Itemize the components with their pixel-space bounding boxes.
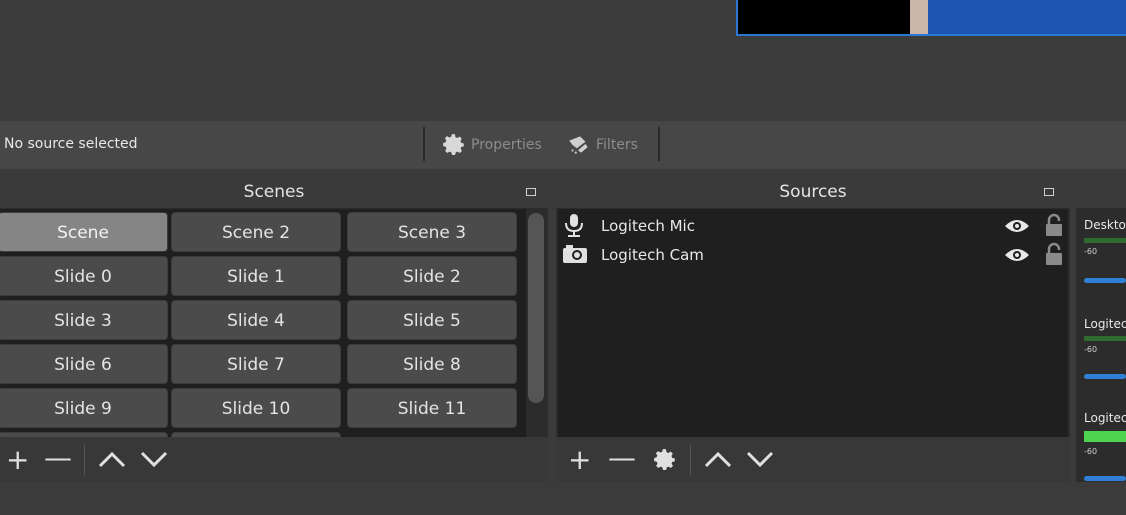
filters-button[interactable]: Filters xyxy=(566,131,638,159)
scene-button[interactable]: Slide 9 xyxy=(0,388,168,428)
scene-button[interactable]: Slide 8 xyxy=(347,344,517,384)
volume-meter xyxy=(1084,431,1126,442)
chevron-up-icon xyxy=(704,451,732,468)
separator xyxy=(690,445,691,475)
scene-button[interactable]: Slide 3 xyxy=(0,300,168,340)
add-scene-button[interactable]: + xyxy=(6,446,29,474)
lock-icon[interactable] xyxy=(1044,213,1064,237)
volume-meter xyxy=(1084,238,1126,243)
scenes-grid: Scene Scene 2 Scene 3 Slide 0 Slide 1 Slide 2… xyxy=(0,209,526,437)
separator xyxy=(84,445,85,475)
selected-source-label: No source selected xyxy=(4,136,138,152)
add-source-button[interactable]: + xyxy=(568,446,591,474)
meter-tick-label: -60 xyxy=(1084,447,1098,456)
chevron-down-icon xyxy=(140,451,168,468)
scene-button[interactable]: Scene xyxy=(0,212,168,252)
undock-icon[interactable] xyxy=(526,188,536,196)
move-scene-down-button[interactable] xyxy=(139,447,169,475)
meter-tick-label: -60 xyxy=(1084,345,1098,354)
scene-button[interactable]: Scene 3 xyxy=(347,212,517,252)
microphone-icon xyxy=(565,214,583,237)
preview-canvas[interactable] xyxy=(736,0,1126,36)
context-bar xyxy=(0,121,1126,169)
scene-button[interactable]: Scene 2 xyxy=(171,212,341,252)
camera-icon xyxy=(563,245,587,263)
scenes-toolbar xyxy=(0,437,548,482)
remove-source-button[interactable]: — xyxy=(608,444,636,472)
separator xyxy=(658,127,660,161)
source-item[interactable]: Logitech Cam xyxy=(558,241,1068,269)
volume-slider[interactable] xyxy=(1084,476,1126,481)
undock-icon[interactable] xyxy=(1044,188,1054,196)
mixer-channel-label: Deskto xyxy=(1084,218,1126,232)
chevron-down-icon xyxy=(746,451,774,468)
scene-button[interactable]: Slide 10 xyxy=(171,388,341,428)
mixer-channel-label: Logitec xyxy=(1084,317,1126,331)
remove-scene-button[interactable]: — xyxy=(44,444,72,472)
scene-button[interactable]: Slide 7 xyxy=(171,344,341,384)
source-item[interactable]: Logitech Mic xyxy=(558,212,1068,240)
properties-label: Properties xyxy=(471,137,542,153)
filter-icon xyxy=(569,136,588,154)
source-name: Logitech Cam xyxy=(601,246,704,264)
meter-tick-label: -60 xyxy=(1084,247,1098,256)
mixer-channel-label: Logitec xyxy=(1084,411,1126,425)
scenes-scrollbar[interactable] xyxy=(528,213,544,403)
scene-button[interactable]: Slide 0 xyxy=(0,256,168,296)
source-name: Logitech Mic xyxy=(601,217,695,235)
scene-button[interactable]: Slide 6 xyxy=(0,344,168,384)
filters-label: Filters xyxy=(596,137,638,153)
audio-mixer-title-bar xyxy=(1076,176,1126,208)
sources-title: Sources xyxy=(556,176,1070,208)
scene-button[interactable]: Slide 1 xyxy=(171,256,341,296)
chevron-up-icon xyxy=(98,451,126,468)
volume-slider[interactable] xyxy=(1084,374,1126,379)
volume-slider[interactable] xyxy=(1084,278,1126,283)
visibility-eye-icon[interactable] xyxy=(1004,246,1030,264)
properties-button[interactable]: Properties xyxy=(441,131,542,159)
volume-meter xyxy=(1084,336,1126,341)
camera-feed-image xyxy=(910,0,1126,34)
move-source-up-button[interactable] xyxy=(703,447,733,475)
separator xyxy=(423,127,425,161)
gear-icon xyxy=(654,449,675,470)
scenes-title: Scenes xyxy=(0,176,548,208)
scene-button[interactable]: Slide 11 xyxy=(347,388,517,428)
scene-button[interactable]: Slide 2 xyxy=(347,256,517,296)
scene-button[interactable]: Slide 5 xyxy=(347,300,517,340)
move-scene-up-button[interactable] xyxy=(97,447,127,475)
scene-button[interactable]: Slide 4 xyxy=(171,300,341,340)
source-properties-button[interactable] xyxy=(652,447,678,477)
visibility-eye-icon[interactable] xyxy=(1004,217,1030,235)
lock-icon[interactable] xyxy=(1044,242,1064,266)
gear-icon xyxy=(443,134,464,155)
move-source-down-button[interactable] xyxy=(745,447,775,475)
